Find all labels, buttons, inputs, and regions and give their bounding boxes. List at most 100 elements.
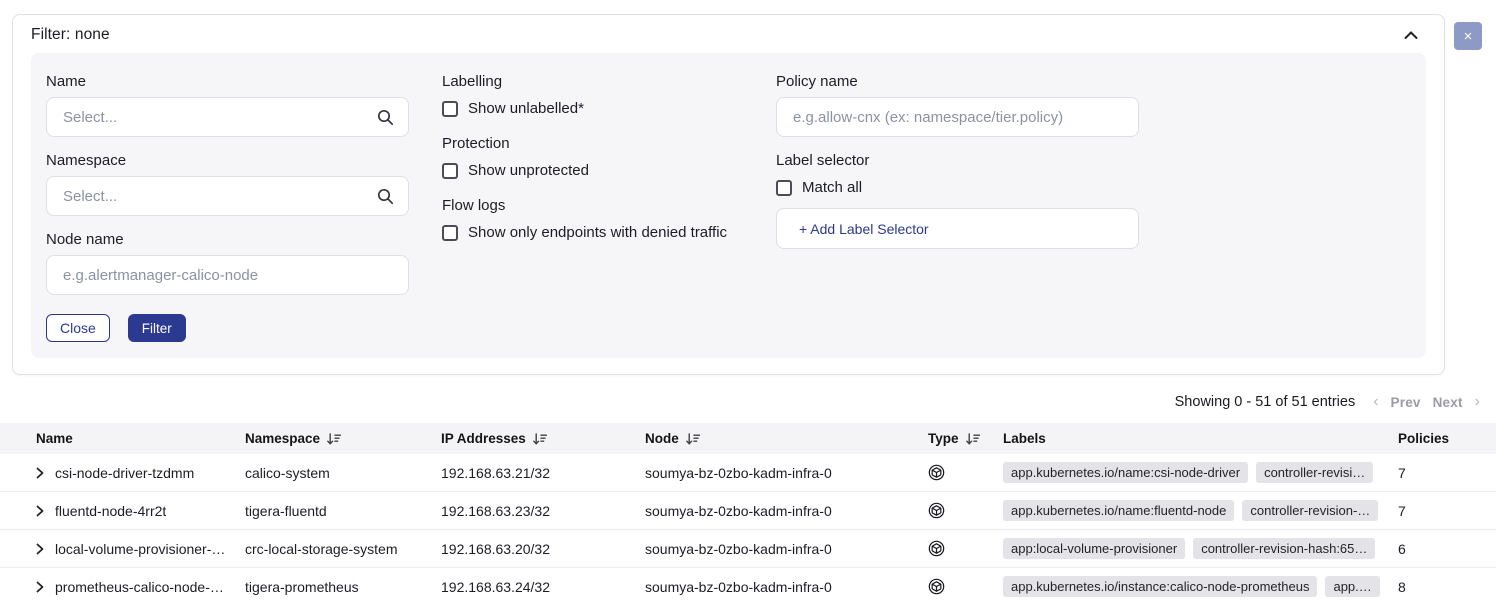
endpoint-labels-cell: app.kubernetes.io/instance:calico-node-p… (1003, 576, 1398, 597)
protection-section-label: Protection (442, 135, 743, 152)
search-icon (377, 109, 394, 126)
endpoint-policies-count: 7 (1398, 503, 1496, 519)
next-page-button[interactable]: Next (1433, 395, 1463, 410)
col-header-node[interactable]: Node (645, 431, 928, 446)
label-chip[interactable]: app.kubernetes.io/name:csi-node-driver (1003, 462, 1248, 483)
match-all-checkbox[interactable] (776, 180, 792, 196)
pod-icon (928, 502, 945, 519)
col-header-name: Name (0, 431, 245, 446)
col-label: Labels (1003, 431, 1046, 446)
endpoint-namespace: crc-local-storage-system (245, 541, 441, 557)
endpoint-node: soumya-bz-0zbo-kadm-infra-0 (645, 579, 928, 595)
col-label: Type (928, 431, 959, 446)
filter-button[interactable]: Filter (128, 314, 186, 342)
table-row: local-volume-provisioner-… crc-local-sto… (0, 530, 1496, 568)
endpoint-type-cell (928, 464, 1003, 481)
filter-form: Name Namespace Node name (31, 53, 1426, 358)
endpoint-ip: 192.168.63.24/32 (441, 579, 645, 595)
col-label: Namespace (245, 431, 320, 446)
pager: ‹ Prev Next › (1373, 393, 1480, 411)
endpoint-policies-count: 7 (1398, 465, 1496, 481)
show-unprotected-checkbox[interactable] (442, 163, 458, 179)
sort-icon[interactable] (327, 433, 341, 445)
col-header-type[interactable]: Type (928, 431, 1003, 446)
endpoint-type-cell (928, 502, 1003, 519)
label-chip[interactable]: controller-revisi… (1256, 462, 1373, 483)
policy-name-field[interactable] (776, 97, 1139, 137)
expand-row-icon[interactable] (36, 543, 44, 555)
name-select[interactable] (46, 97, 409, 137)
add-label-selector-button[interactable]: + Add Label Selector (776, 208, 1139, 249)
expand-row-icon[interactable] (36, 581, 44, 593)
table-header-row: Name Namespace IP Addresses Node Type La… (0, 423, 1496, 454)
endpoint-namespace: tigera-prometheus (245, 579, 441, 595)
filter-header: Filter: none (13, 15, 1444, 53)
expand-row-icon[interactable] (36, 467, 44, 479)
close-button[interactable]: Close (46, 314, 110, 342)
filter-title: Filter: none (31, 26, 110, 44)
endpoint-node: soumya-bz-0zbo-kadm-infra-0 (645, 541, 928, 557)
endpoint-labels-cell: app.kubernetes.io/name:csi-node-driver c… (1003, 462, 1398, 483)
col-header-namespace[interactable]: Namespace (245, 431, 441, 446)
table-row: fluentd-node-4rr2t tigera-fluentd 192.16… (0, 492, 1496, 530)
label-chip[interactable]: app.kubernetes.io/instance:calico-node-p… (1003, 576, 1317, 597)
chevron-right-icon[interactable]: › (1475, 393, 1480, 411)
node-name-input[interactable] (63, 267, 394, 284)
col-label: Policies (1398, 431, 1449, 446)
endpoint-policies-count: 8 (1398, 579, 1496, 595)
show-unlabelled-label: Show unlabelled* (468, 100, 584, 117)
sort-icon[interactable] (966, 433, 980, 445)
endpoint-name[interactable]: csi-node-driver-tzdmm (55, 465, 194, 481)
label-selector-section-label: Label selector (776, 152, 1139, 169)
pod-icon (928, 464, 945, 481)
endpoint-policies-count: 6 (1398, 541, 1496, 557)
pod-icon (928, 540, 945, 557)
endpoint-name-cell: fluentd-node-4rr2t (0, 503, 245, 519)
expand-row-icon[interactable] (36, 505, 44, 517)
endpoint-name[interactable]: local-volume-provisioner-… (55, 541, 225, 557)
policy-name-input[interactable] (793, 109, 1124, 126)
match-all-label: Match all (802, 179, 862, 196)
endpoint-name-cell: prometheus-calico-node-… (0, 579, 245, 595)
prev-page-button[interactable]: Prev (1391, 395, 1421, 410)
endpoint-ip: 192.168.63.23/32 (441, 503, 645, 519)
filter-col-3: Policy name Label selector Match all + A… (776, 73, 1139, 249)
namespace-select[interactable] (46, 176, 409, 216)
node-name-field[interactable] (46, 255, 409, 295)
endpoint-type-cell (928, 540, 1003, 557)
label-chip[interactable]: app:local-volume-provisioner (1003, 538, 1185, 559)
col-label: Node (645, 431, 679, 446)
label-chip[interactable]: controller-revision-hash:65… (1193, 538, 1375, 559)
endpoints-table: Name Namespace IP Addresses Node Type La… (0, 423, 1496, 603)
endpoint-ip: 192.168.63.20/32 (441, 541, 645, 557)
label-chip[interactable]: app.… (1325, 576, 1379, 597)
collapse-filter-button[interactable] (1400, 27, 1422, 44)
sort-icon[interactable] (533, 433, 547, 445)
policy-name-field-label: Policy name (776, 73, 1139, 90)
endpoint-namespace: tigera-fluentd (245, 503, 441, 519)
pod-icon (928, 578, 945, 595)
endpoint-name[interactable]: fluentd-node-4rr2t (55, 503, 166, 519)
endpoint-ip: 192.168.63.21/32 (441, 465, 645, 481)
endpoint-name-cell: csi-node-driver-tzdmm (0, 465, 245, 481)
col-header-ip-addresses[interactable]: IP Addresses (441, 431, 645, 446)
endpoint-name-cell: local-volume-provisioner-… (0, 541, 245, 557)
show-unlabelled-checkbox[interactable] (442, 101, 458, 117)
name-select-input[interactable] (63, 109, 377, 126)
name-field-label: Name (46, 73, 409, 90)
table-row: csi-node-driver-tzdmm calico-system 192.… (0, 454, 1496, 492)
endpoint-type-cell (928, 578, 1003, 595)
label-chip[interactable]: app.kubernetes.io/name:fluentd-node (1003, 500, 1234, 521)
sort-icon[interactable] (686, 433, 700, 445)
namespace-select-input[interactable] (63, 188, 377, 205)
endpoint-node: soumya-bz-0zbo-kadm-infra-0 (645, 465, 928, 481)
labelling-section-label: Labelling (442, 73, 743, 90)
pagination-bar: Showing 0 - 51 of 51 entries ‹ Prev Next… (0, 375, 1496, 423)
denied-traffic-label: Show only endpoints with denied traffic (468, 224, 727, 241)
col-label: IP Addresses (441, 431, 526, 446)
denied-traffic-checkbox[interactable] (442, 225, 458, 241)
label-chip[interactable]: controller-revision-… (1242, 500, 1378, 521)
endpoint-name[interactable]: prometheus-calico-node-… (55, 579, 224, 595)
chevron-left-icon[interactable]: ‹ (1373, 393, 1378, 411)
close-panel-button[interactable]: × (1454, 22, 1482, 50)
